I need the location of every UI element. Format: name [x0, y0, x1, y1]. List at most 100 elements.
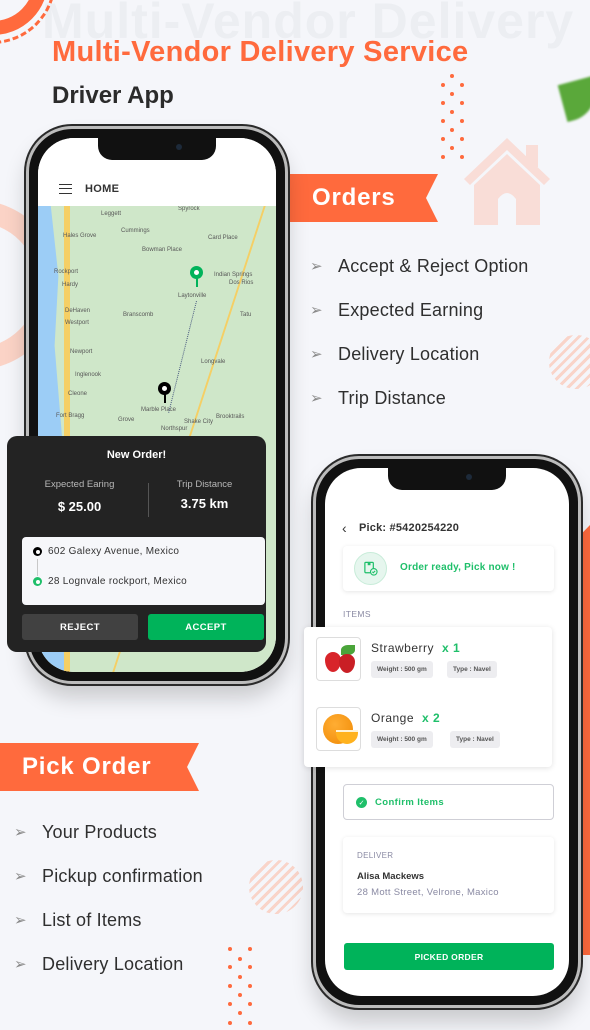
- item-name: Strawberry x 1: [371, 641, 461, 655]
- order-ready-text: Order ready, Pick now !: [400, 562, 516, 573]
- decorative-dots: [228, 947, 252, 1027]
- feature-label: Accept & Reject Option: [338, 255, 529, 276]
- check-circle-icon: ✓: [356, 797, 367, 808]
- weight-tag: Weight : 500 gm: [371, 731, 433, 748]
- item-quantity: x 1: [442, 641, 461, 655]
- arrow-icon: ➢: [14, 956, 27, 973]
- arrow-icon: ➢: [14, 868, 27, 885]
- item-name: Orange x 2: [371, 711, 441, 725]
- pickup-pin-icon[interactable]: [190, 266, 203, 287]
- back-icon[interactable]: ‹: [342, 520, 347, 536]
- list-item[interactable]: Strawberry x 1 Weight : 500 gm Type : Nav…: [316, 637, 546, 683]
- deliver-card: DELIVER Alisa Mackews 28 Mott Street, Ve…: [343, 837, 554, 913]
- distance-value: 3.75 km: [180, 496, 229, 511]
- feature-item: ➢ Accept & Reject Option: [310, 244, 529, 288]
- decorative-striped-circle: [249, 860, 303, 914]
- feature-label: Your Products: [42, 821, 158, 842]
- arrow-icon: ➢: [310, 302, 323, 319]
- strawberry-image: [316, 637, 361, 681]
- hamburger-menu-icon[interactable]: [59, 184, 72, 194]
- customer-name: Alisa Mackews: [357, 871, 425, 882]
- to-address: 28 Lognvale rockport, Mexico: [33, 576, 187, 587]
- expected-earning: Expected Earing $ 25.00: [17, 479, 142, 514]
- map-label: Brooktrails: [216, 414, 245, 420]
- map-label: Spyrock: [178, 206, 200, 212]
- feature-label: Pickup confirmation: [42, 865, 203, 886]
- feature-label: Trip Distance: [338, 387, 446, 408]
- to-address-text: 28 Lognvale rockport, Mexico: [48, 576, 188, 587]
- map-label: DeHaven: [65, 308, 91, 314]
- package-check-icon: [354, 552, 387, 585]
- map-label: Branscomb: [123, 312, 154, 318]
- map-label: Laytonville: [178, 293, 207, 299]
- pick-feature-list: ➢ Your Products ➢ Pickup confirmation ➢ Lis…: [14, 810, 203, 986]
- feature-item: ➢ Pickup confirmation: [14, 854, 203, 898]
- map-label: Cummings: [121, 228, 150, 234]
- confirm-items-label: Confirm Items: [375, 797, 445, 808]
- arrow-icon: ➢: [14, 912, 27, 929]
- feature-label: Delivery Location: [42, 953, 184, 974]
- decorative-leaf: [557, 75, 590, 123]
- list-item[interactable]: Orange x 2 Weight : 500 gm Type : Navel: [316, 707, 546, 753]
- feature-item: ➢ Your Products: [14, 810, 203, 854]
- weight-tag: Weight : 500 gm: [371, 661, 433, 678]
- origin-dot-icon: [33, 547, 42, 556]
- pick-title: Pick: #5420254220: [359, 522, 460, 534]
- feature-label: List of Items: [42, 909, 142, 930]
- orders-feature-list: ➢ Accept & Reject Option ➢ Expected Earnin…: [310, 244, 529, 420]
- map-label: Marble Place: [141, 407, 177, 413]
- arrow-icon: ➢: [310, 390, 323, 407]
- feature-item: ➢ Expected Earning: [310, 288, 529, 332]
- order-card-title: New Order!: [106, 449, 167, 461]
- distance-label: Trip Distance: [176, 479, 233, 490]
- picked-order-button[interactable]: PICKED ORDER: [344, 943, 554, 970]
- destination-dot-icon: [33, 577, 42, 586]
- map-label: Longvale: [201, 359, 226, 365]
- item-quantity: x 2: [422, 711, 441, 725]
- map-label: Indian Springs: [214, 272, 253, 278]
- feature-item: ➢ List of Items: [14, 898, 203, 942]
- map-label: Dos Rios: [229, 280, 254, 286]
- accept-button[interactable]: ACCEPT: [148, 614, 264, 640]
- type-tag: Type : Navel: [450, 731, 500, 748]
- arrow-icon: ➢: [310, 346, 323, 363]
- feature-item: ➢ Trip Distance: [310, 376, 529, 420]
- house-icon: [464, 138, 550, 225]
- orange-image: [316, 707, 361, 751]
- map-label: Leggett: [101, 211, 122, 217]
- map-label: Northspur: [161, 426, 188, 432]
- map-label: Hales Grove: [63, 233, 97, 239]
- page-subtitle: Driver App: [52, 82, 174, 109]
- confirm-items-button[interactable]: ✓ Confirm Items: [343, 784, 554, 820]
- orders-ribbon: Orders: [288, 174, 438, 222]
- map-label: Shake City: [184, 419, 214, 425]
- feature-item: ➢ Delivery Location: [310, 332, 529, 376]
- from-address-text: 602 Galexy Avenue, Mexico: [48, 546, 180, 557]
- map-label: Fort Bragg: [56, 413, 85, 419]
- reject-button[interactable]: REJECT: [22, 614, 138, 640]
- order-ready-card: Order ready, Pick now !: [343, 546, 554, 591]
- items-list-card: Strawberry x 1 Weight : 500 gm Type : Nav…: [304, 627, 552, 767]
- trip-distance: Trip Distance 3.75 km: [142, 479, 267, 511]
- new-order-card: New Order! Expected Earing $ 25.00 Trip …: [7, 436, 266, 652]
- map-label: Newport: [70, 349, 93, 355]
- phone-notch: [388, 468, 506, 490]
- destination-pin-icon[interactable]: [158, 382, 171, 403]
- map-label: Westport: [65, 320, 89, 326]
- arrow-icon: ➢: [310, 258, 323, 275]
- page-title: Multi-Vendor Delivery Service: [52, 36, 469, 68]
- map-label: Rockport: [54, 269, 79, 275]
- address-box: 602 Galexy Avenue, Mexico 28 Lognvale ro…: [22, 537, 265, 605]
- map-label: Tatu: [240, 312, 252, 318]
- from-address: 602 Galexy Avenue, Mexico: [33, 546, 179, 557]
- customer-address: 28 Mott Street, Velrone, Maxico: [357, 887, 499, 898]
- route-connector: [37, 559, 38, 576]
- map-label: Cleone: [68, 391, 88, 397]
- route-path: [168, 301, 197, 413]
- deliver-label: DELIVER: [357, 851, 394, 860]
- decorative-striped-circle: [549, 335, 590, 389]
- map-label: Card Place: [208, 235, 238, 241]
- phone-notch: [98, 138, 216, 160]
- earning-label: Expected Earing: [44, 479, 115, 490]
- feature-label: Delivery Location: [338, 343, 480, 364]
